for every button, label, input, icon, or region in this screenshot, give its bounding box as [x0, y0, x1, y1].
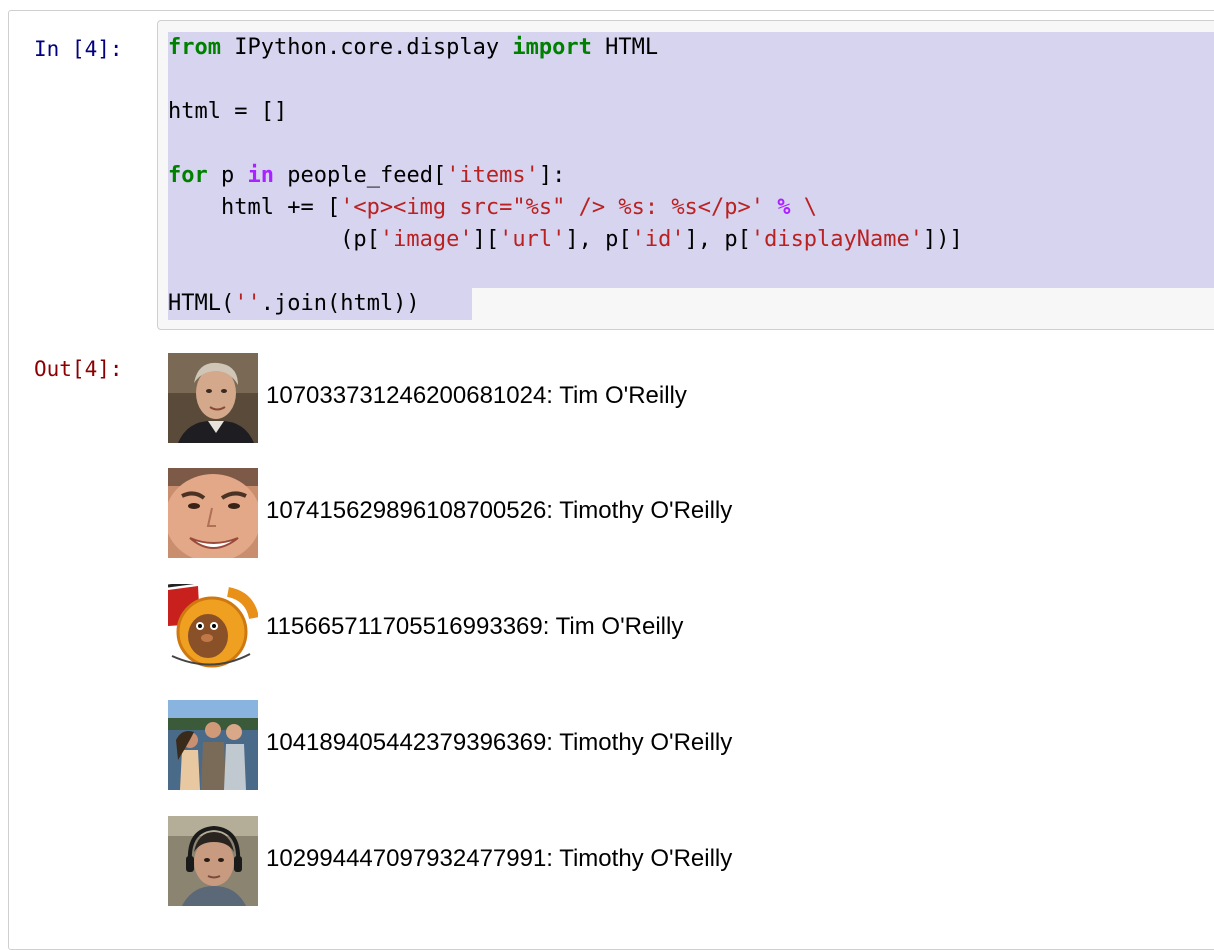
code-token: ], p[ [565, 227, 632, 252]
code-token: from [168, 35, 221, 60]
code-token: HTML( [168, 291, 235, 316]
headphones-portrait-icon [168, 816, 258, 906]
code-token: (p[ [168, 227, 380, 252]
code-line: from IPython.core.display import HTML [168, 32, 658, 64]
smiling-face-closeup-icon [168, 468, 258, 558]
code-token: p [207, 163, 248, 188]
output-person-row: 115665711705516993369: Tim O'Reilly [168, 584, 1068, 674]
person-id-name-label: 102994447097932477991: Timothy O'Reilly [266, 845, 733, 872]
code-token: ]: [538, 163, 566, 188]
person-id-name-label: 107415629896108700526: Timothy O'Reilly [266, 497, 733, 524]
code-token: 'id' [631, 227, 685, 252]
person-id-name-label: 104189405442379396369: Timothy O'Reilly [266, 729, 733, 756]
code-token: '' [234, 291, 261, 316]
code-token: .join(html)) [260, 291, 420, 316]
code-token: 'image' [379, 227, 473, 252]
code-token: ], p[ [684, 227, 751, 252]
person-id-name-label: 115665711705516993369: Tim O'Reilly [266, 613, 684, 640]
code-token: IPython.core.display [220, 35, 513, 60]
code-token: ])] [923, 227, 963, 252]
code-token: % [777, 195, 791, 220]
code-token: in [247, 163, 275, 188]
cartoon-squirrel-logo-icon [168, 584, 258, 674]
portrait-older-man-icon [168, 353, 258, 443]
group-lake-photo-icon [168, 700, 258, 790]
person-id-name-label: 107033731246200681024: Tim O'Reilly [266, 382, 687, 409]
code-token: html = [] [168, 99, 288, 124]
code-line: html = [] [168, 96, 287, 128]
code-token: \ [790, 195, 818, 220]
code-token: people_feed[ [274, 163, 447, 188]
code-token: html += [ [168, 195, 341, 220]
output-person-row: 107033731246200681024: Tim O'Reilly [168, 353, 1068, 443]
code-token: '<p><img src="%s" /> %s: %s</p>' [340, 195, 765, 220]
code-token: ][ [472, 227, 500, 252]
code-token: 'items' [446, 163, 539, 188]
code-token: 'displayName' [750, 227, 924, 252]
output-prompt: Out[4]: [34, 357, 123, 381]
input-prompt: In [4]: [34, 37, 123, 61]
code-token: import [512, 35, 592, 60]
code-line: (p['image']['url'], p['id'], p['displayN… [168, 224, 963, 256]
code-token: 'url' [499, 227, 566, 252]
code-token: HTML [591, 35, 659, 60]
output-person-row: 104189405442379396369: Timothy O'Reilly [168, 700, 1068, 790]
code-line: html += ['<p><img src="%s" /> %s: %s</p>… [168, 192, 817, 224]
output-person-row: 107415629896108700526: Timothy O'Reilly [168, 468, 1068, 558]
code-line: HTML(''.join(html)) [168, 288, 420, 320]
code-token: for [168, 163, 208, 188]
output-person-row: 102994447097932477991: Timothy O'Reilly [168, 816, 1068, 906]
code-line: for p in people_feed['items']: [168, 160, 565, 192]
